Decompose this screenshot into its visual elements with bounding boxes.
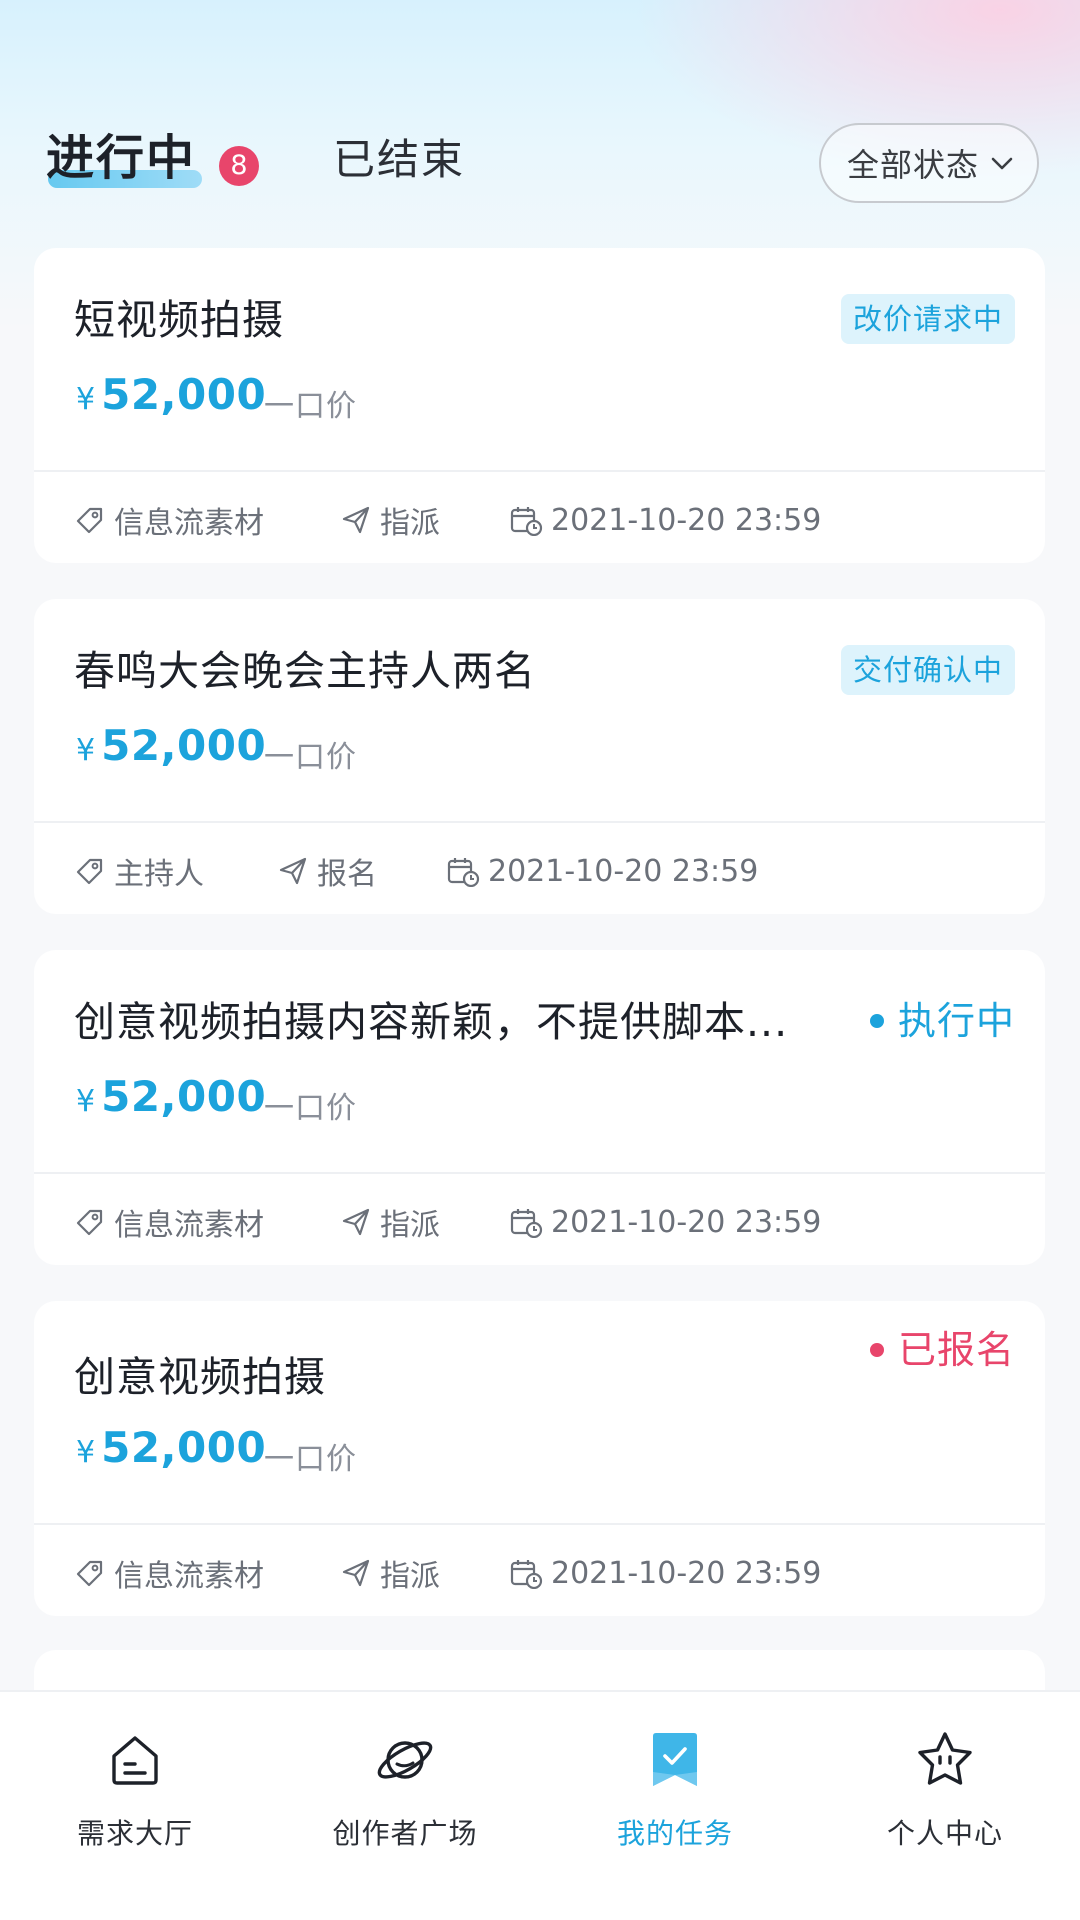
task-card[interactable]: 春鸣大会晚会主持人两名 交付确认中 ¥52,000 一口价 主持人 报名 202… <box>34 599 1045 914</box>
task-price: ¥52,000 <box>76 721 266 770</box>
mode-label: 指派 <box>380 506 440 541</box>
status-filter-label: 全部状态 <box>847 146 980 184</box>
mode-label: 指派 <box>380 1559 440 1594</box>
status-indicator: 已报名 <box>869 1323 1015 1377</box>
bottom-nav: 需求大厅 创作者广场 我的任务 个人中心 <box>0 1690 1080 1920</box>
task-deadline: 2021-10-20 23:59 <box>509 1202 821 1242</box>
calendar-clock-icon <box>510 1209 543 1238</box>
task-category: 信息流素材 <box>74 1553 264 1594</box>
home-icon <box>112 1736 158 1785</box>
currency-symbol: ¥ <box>76 1435 96 1470</box>
status-indicator: 执行中 <box>869 994 1015 1048</box>
task-mode: 报名 <box>277 851 377 892</box>
nav-label: 需求大厅 <box>76 1817 193 1850</box>
task-title: 短视频拍摄 <box>74 296 284 344</box>
status-badge: 改价请求中 <box>840 294 1015 344</box>
task-category: 信息流素材 <box>74 1202 264 1243</box>
task-deadline: 2021-10-20 23:59 <box>509 500 821 540</box>
task-card[interactable]: 短视频拍摄 改价请求中 ¥52,000 一口价 信息流素材 指派 2021-10… <box>34 248 1045 563</box>
divider <box>34 1172 1045 1174</box>
task-price: ¥52,000 <box>76 1423 266 1472</box>
calendar-clock-icon <box>510 1560 543 1589</box>
price-amount: 52,000 <box>101 370 267 419</box>
price-type: 一口价 <box>264 1442 357 1477</box>
status-badge: 交付确认中 <box>840 645 1015 695</box>
category-label: 信息流素材 <box>114 1559 264 1594</box>
divider <box>34 821 1045 823</box>
task-mode: 指派 <box>340 1553 440 1594</box>
task-bookmark-icon <box>653 1733 697 1786</box>
in-progress-count-badge: 8 <box>219 146 259 186</box>
nav-label: 我的任务 <box>616 1817 733 1850</box>
task-mode: 指派 <box>340 1202 440 1243</box>
calendar-clock-icon <box>447 858 480 887</box>
tag-icon <box>76 507 103 534</box>
task-title: 创意视频拍摄内容新颖，不提供脚本... <box>74 998 789 1046</box>
task-deadline: 2021-10-20 23:59 <box>509 1553 821 1593</box>
deadline-label: 2021-10-20 23:59 <box>488 853 759 889</box>
status-filter-dropdown[interactable]: 全部状态 <box>819 123 1039 203</box>
divider <box>34 1523 1045 1525</box>
price-type: 一口价 <box>264 389 357 424</box>
deadline-label: 2021-10-20 23:59 <box>551 502 822 538</box>
tag-icon <box>76 858 103 885</box>
task-card[interactable]: 创意视频拍摄内容新颖，不提供脚本... 执行中 ¥52,000 一口价 信息流素… <box>34 950 1045 1265</box>
currency-symbol: ¥ <box>76 733 96 768</box>
status-label: 执行中 <box>897 999 1015 1043</box>
currency-symbol: ¥ <box>76 1084 96 1119</box>
category-label: 信息流素材 <box>114 506 264 541</box>
task-deadline: 2021-10-20 23:59 <box>446 851 758 891</box>
tab-ended[interactable]: 已结束 <box>333 130 465 190</box>
price-amount: 52,000 <box>101 1072 267 1121</box>
planet-icon <box>377 1741 433 1779</box>
send-icon <box>342 1208 370 1236</box>
price-amount: 52,000 <box>101 721 267 770</box>
nav-item-demand-hall[interactable]: 需求大厅 <box>0 1692 270 1920</box>
nav-item-profile[interactable]: 个人中心 <box>810 1692 1080 1920</box>
status-label: 已报名 <box>897 1328 1015 1372</box>
task-price: ¥52,000 <box>76 1072 266 1121</box>
task-title: 春鸣大会晚会主持人两名 <box>74 647 536 695</box>
deadline-label: 2021-10-20 23:59 <box>551 1204 822 1240</box>
category-label: 主持人 <box>114 857 204 892</box>
status-dot-icon <box>869 1014 884 1028</box>
currency-symbol: ¥ <box>76 382 96 417</box>
mode-label: 报名 <box>317 857 377 892</box>
send-icon <box>279 857 307 885</box>
nav-label: 个人中心 <box>886 1817 1003 1850</box>
price-type: 一口价 <box>264 740 357 775</box>
divider <box>34 470 1045 472</box>
star-face-icon <box>918 1732 972 1785</box>
nav-item-my-tasks[interactable]: 我的任务 <box>540 1692 810 1920</box>
send-icon <box>342 506 370 534</box>
tab-in-progress-label: 进行中 <box>46 130 197 186</box>
nav-item-creator-plaza[interactable]: 创作者广场 <box>270 1692 540 1920</box>
task-category: 信息流素材 <box>74 500 264 541</box>
send-icon <box>342 1559 370 1587</box>
tag-icon <box>76 1560 103 1587</box>
chevron-down-icon <box>991 157 1013 170</box>
task-card[interactable]: 创意视频拍摄 已报名 ¥52,000 一口价 信息流素材 指派 2021-10-… <box>34 1301 1045 1616</box>
mode-label: 指派 <box>380 1208 440 1243</box>
task-category: 主持人 <box>74 851 204 892</box>
tag-icon <box>76 1209 103 1236</box>
task-title: 创意视频拍摄 <box>74 1353 326 1401</box>
calendar-clock-icon <box>510 507 543 536</box>
category-label: 信息流素材 <box>114 1208 264 1243</box>
price-amount: 52,000 <box>101 1423 267 1472</box>
status-dot-icon <box>869 1343 884 1357</box>
task-price: ¥52,000 <box>76 370 266 419</box>
tab-in-progress[interactable]: 进行中 <box>46 126 202 196</box>
price-type: 一口价 <box>264 1091 357 1126</box>
task-mode: 指派 <box>340 500 440 541</box>
nav-label: 创作者广场 <box>332 1817 478 1850</box>
deadline-label: 2021-10-20 23:59 <box>551 1555 822 1591</box>
